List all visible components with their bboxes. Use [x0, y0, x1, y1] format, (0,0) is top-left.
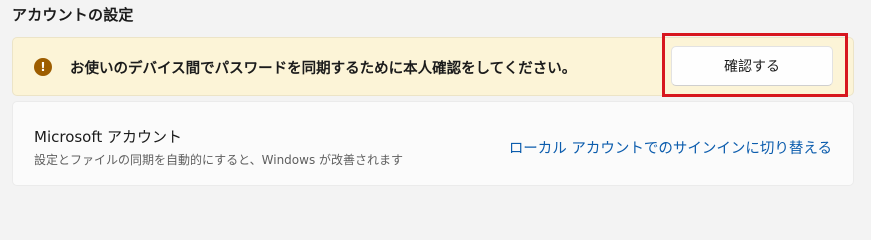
account-title: Microsoft アカウント	[34, 128, 183, 146]
microsoft-account-card: Microsoft アカウント 設定とファイルの同期を自動的にすると、Windo…	[12, 101, 854, 186]
switch-to-local-account-link[interactable]: ローカル アカウントでのサインインに切り替える	[509, 137, 832, 158]
section-title: アカウントの設定	[12, 6, 134, 24]
warning-message: お使いのデバイス間でパスワードを同期するために本人確認をしてください。	[70, 61, 577, 77]
warning-icon: !	[34, 58, 52, 76]
verify-button[interactable]: 確認する	[671, 46, 833, 86]
account-description: 設定とファイルの同期を自動的にすると、Windows が改善されます	[34, 153, 404, 167]
